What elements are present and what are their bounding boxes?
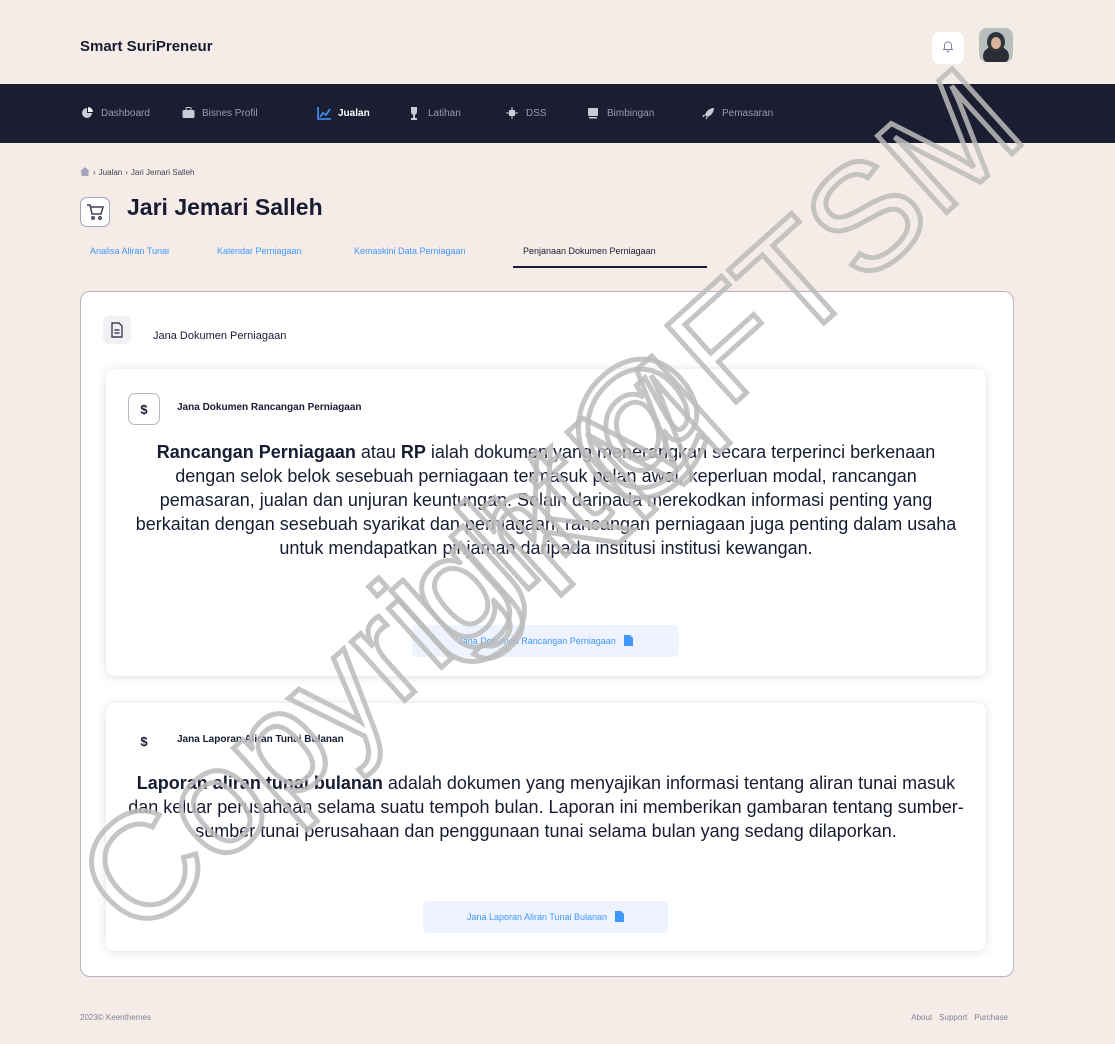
cashflow-report-card: $ Jana Laporan Aliran Tunai Bulanan Lapo… (106, 703, 986, 951)
generate-business-plan-button[interactable]: Jana Dokumen Rancangan Perniagaan (412, 625, 679, 657)
rocket-icon (701, 106, 715, 120)
file-icon (615, 910, 625, 924)
tab-penjanaan-dokumen-perniagaan[interactable]: Penjanaan Dokumen Perniagaan (523, 246, 656, 256)
trophy-icon (407, 106, 421, 120)
dollar-icon: $ (140, 733, 148, 749)
button-label: Jana Dokumen Rancangan Perniagaan (458, 636, 616, 646)
nav-item-label: DSS (526, 107, 547, 119)
chip-icon (505, 106, 519, 120)
user-avatar[interactable] (979, 28, 1013, 62)
briefcase-icon (181, 106, 195, 120)
pie-chart-icon (80, 106, 94, 120)
bell-icon (941, 39, 955, 58)
notifications-button[interactable] (932, 32, 964, 64)
document-icon (103, 316, 131, 344)
nav-item-label: Bimbingan (607, 107, 655, 119)
generate-cashflow-report-button[interactable]: Jana Laporan Aliran Tunai Bulanan (423, 901, 668, 933)
breadcrumb-separator: › (93, 168, 96, 177)
nav-item-label: Bisnes Profil (202, 107, 258, 119)
nav-item-label: Jualan (338, 107, 370, 119)
tab-analisa-aliran-tunai[interactable]: Analisa Aliran Tunai (90, 246, 169, 256)
nav-item-dashboard[interactable]: Dashboard (80, 105, 150, 121)
active-tab-indicator (513, 266, 707, 268)
business-plan-description: Rancangan Perniagaan atau RP ialah dokum… (128, 440, 964, 560)
footer-links: About Support Purchase (911, 1013, 1008, 1022)
card-heading: Jana Dokumen Perniagaan (153, 330, 287, 342)
footer-copyright: 2023© Keenthemes (80, 1013, 151, 1022)
breadcrumb: › Jualan › Jari Jemari Salleh (80, 167, 195, 178)
chart-icon (317, 106, 331, 120)
footer-link-support[interactable]: Support (939, 1013, 967, 1022)
breadcrumb-separator: › (125, 168, 128, 177)
nav-item-bimbingan[interactable]: Bimbingan (586, 105, 654, 121)
description-bold: RP (400, 442, 426, 462)
book-icon (586, 106, 600, 120)
main-navbar: Dashboard Bisnes Profil Jualan Latihan D… (0, 84, 1115, 143)
nav-item-latihan[interactable]: Latihan (407, 105, 461, 121)
nav-item-label: Latihan (428, 107, 461, 119)
tab-kemaskini-data-perniagaan[interactable]: Kemaskini Data Perniagaan (354, 246, 466, 256)
business-plan-card: $ Jana Dokumen Rancangan Perniagaan Ranc… (106, 369, 986, 676)
page-title: Jari Jemari Salleh (127, 194, 323, 220)
cashflow-report-heading: Jana Laporan Aliran Tunai Bulanan (177, 734, 344, 745)
nav-item-pemasaran[interactable]: Pemasaran (701, 105, 773, 121)
nav-item-bisnes-profil[interactable]: Bisnes Profil (181, 105, 258, 121)
description-bold: Rancangan Perniagaan (156, 442, 356, 462)
home-icon[interactable] (80, 167, 90, 178)
cashflow-report-description: Laporan aliran tunai bulanan adalah doku… (128, 771, 964, 843)
nav-item-jualan[interactable]: Jualan (317, 105, 370, 121)
footer-link-about[interactable]: About (911, 1013, 932, 1022)
description-text: atau (355, 442, 401, 462)
cart-icon (80, 197, 110, 227)
description-bold: Laporan aliran tunai bulanan (136, 773, 383, 793)
breadcrumb-item-jualan[interactable]: Jualan (99, 168, 123, 177)
nav-item-dss[interactable]: DSS (505, 105, 547, 121)
footer-link-purchase[interactable]: Purchase (974, 1013, 1008, 1022)
generate-documents-card: Jana Dokumen Perniagaan $ Jana Dokumen R… (80, 291, 1014, 977)
business-plan-heading: Jana Dokumen Rancangan Perniagaan (177, 402, 362, 413)
tab-kalendar-perniagaan[interactable]: Kalendar Perniagaan (217, 246, 302, 256)
dollar-icon: $ (128, 393, 160, 425)
file-icon (623, 634, 633, 648)
brand-title: Smart SuriPreneur (80, 38, 213, 55)
nav-item-label: Pemasaran (722, 107, 774, 119)
button-label: Jana Laporan Aliran Tunai Bulanan (466, 912, 608, 922)
top-header: Smart SuriPreneur (0, 12, 1115, 84)
breadcrumb-item-current: Jari Jemari Salleh (130, 168, 195, 177)
nav-item-label: Dashboard (101, 107, 150, 119)
